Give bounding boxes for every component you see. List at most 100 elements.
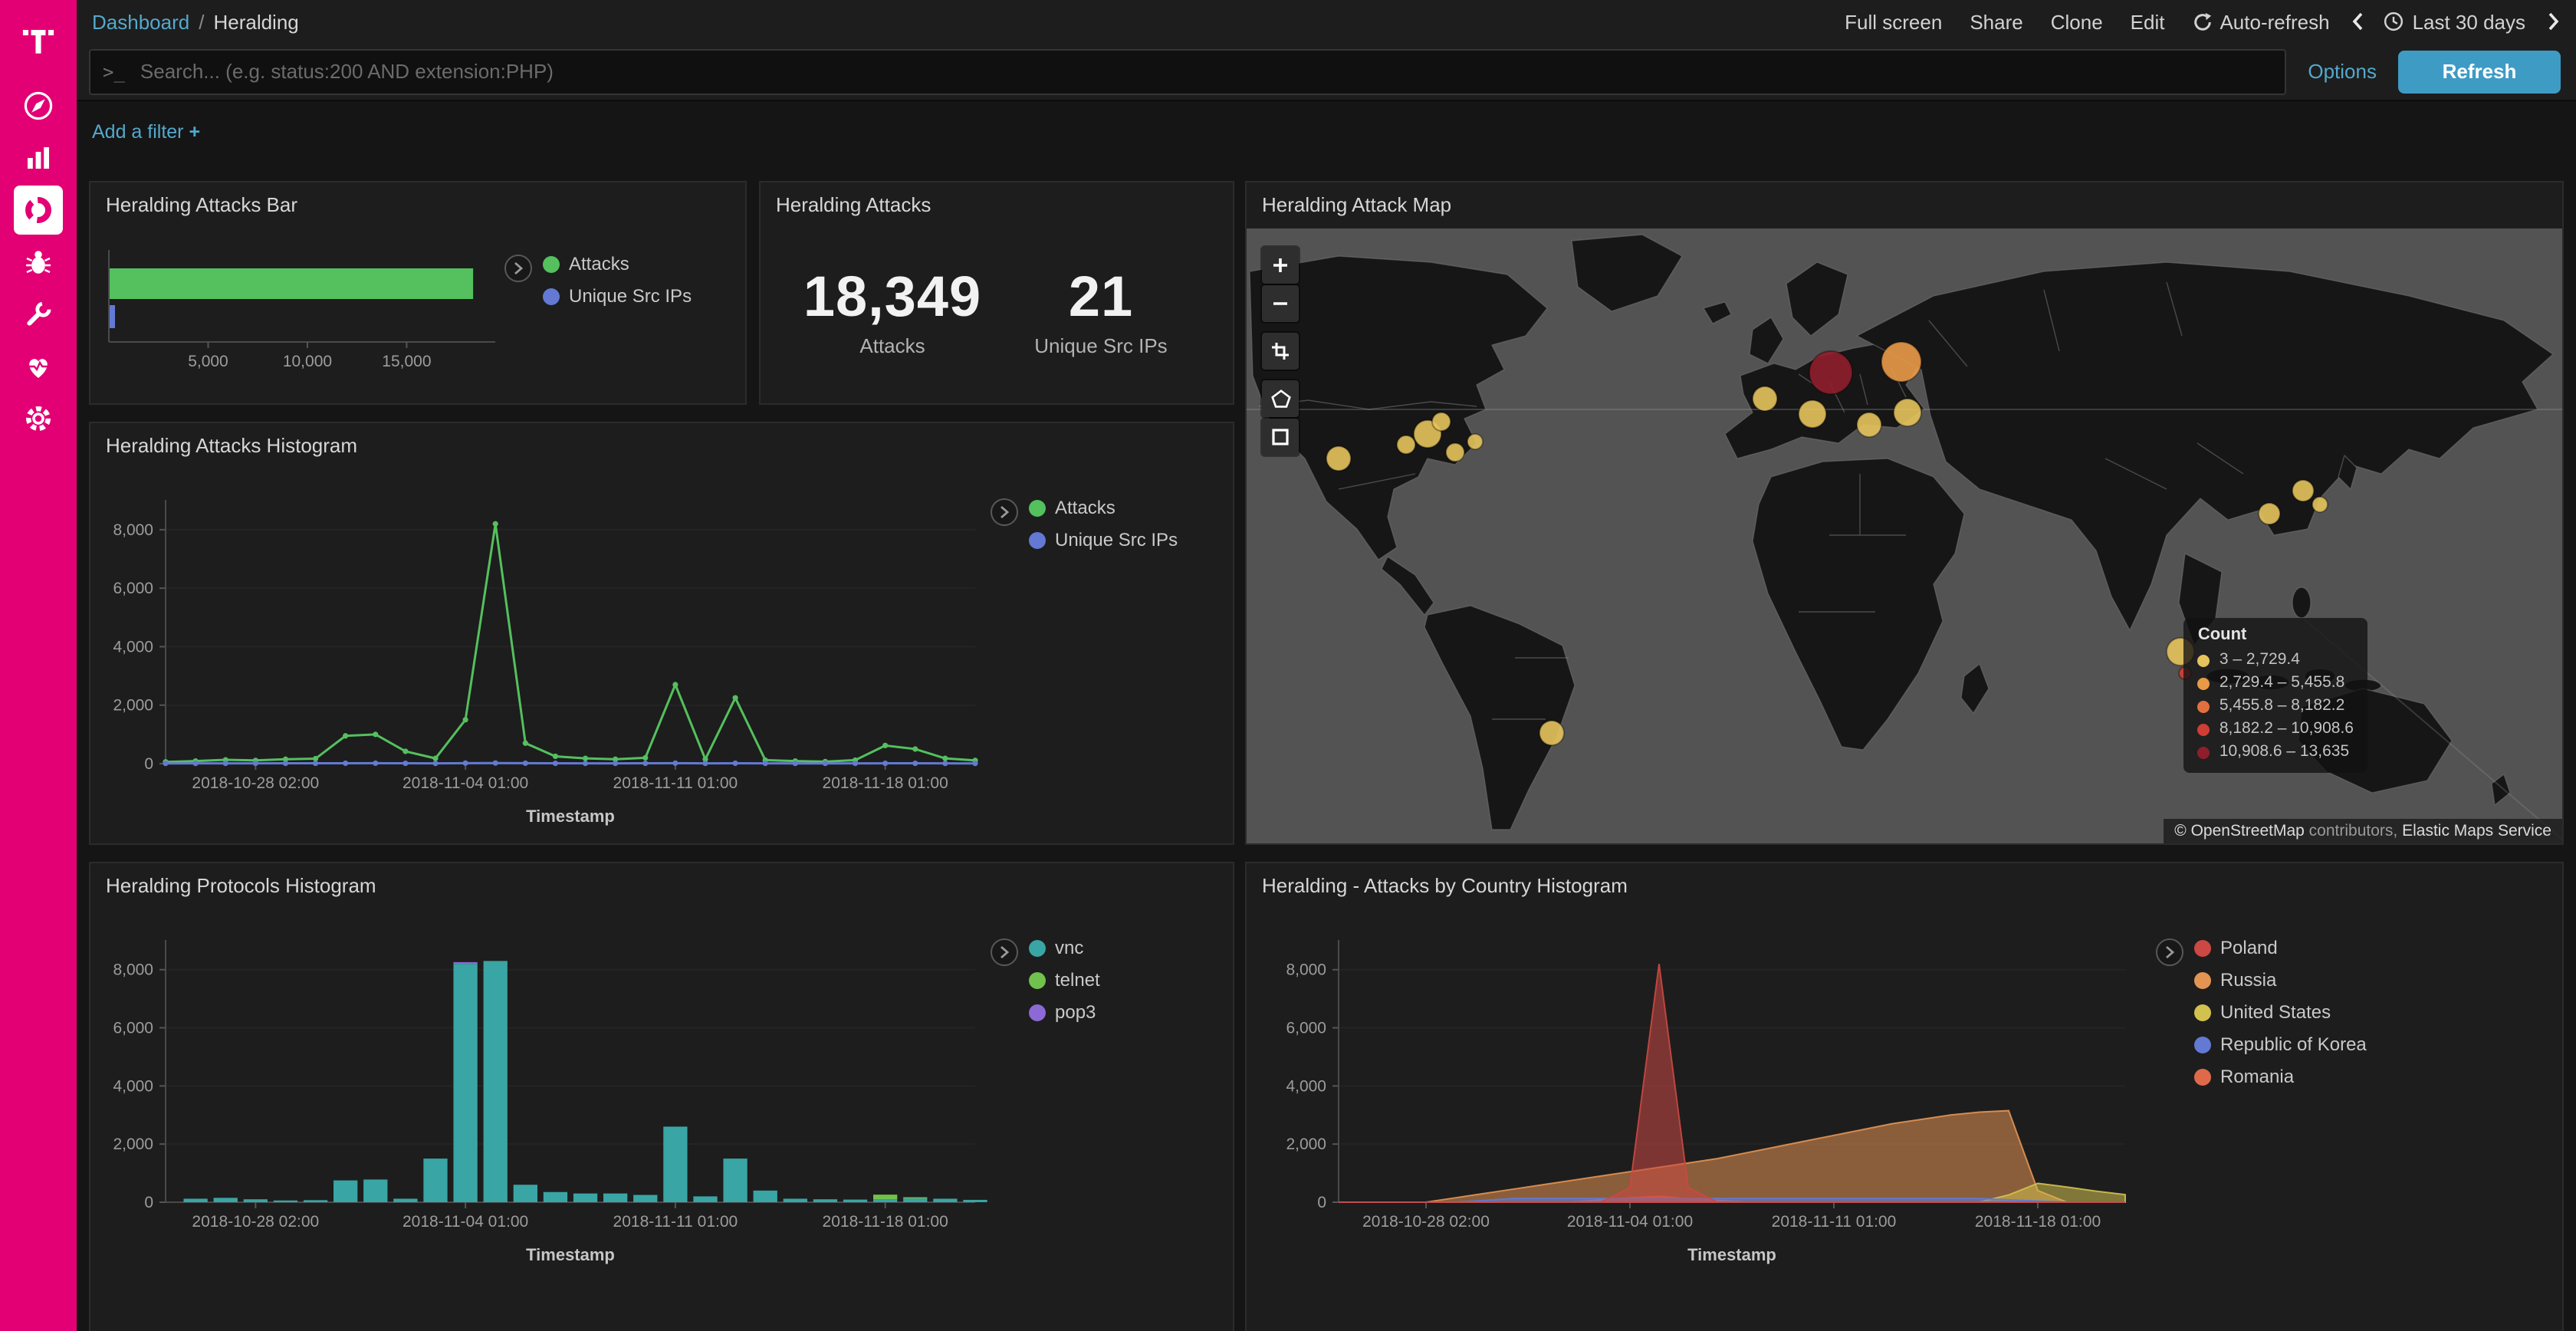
attacks-histogram-chart: 02,0004,0006,0008,0002018-10-28 02:00201…: [90, 423, 1234, 845]
legend: Attacks Unique Src IPs: [991, 497, 1178, 550]
legend-item[interactable]: Republic of Korea: [2194, 1034, 2367, 1055]
legend-item[interactable]: Unique Src IPs: [1029, 529, 1178, 550]
add-filter-link[interactable]: Add a filter +: [92, 121, 200, 143]
svg-text:Timestamp: Timestamp: [526, 807, 615, 826]
draw-rectangle-button[interactable]: [1262, 419, 1299, 455]
map-point[interactable]: [1881, 342, 1921, 382]
world-map[interactable]: Count 3 – 2,729.42,729.4 – 5,455.85,455.…: [1247, 228, 2562, 843]
options-link[interactable]: Options: [2308, 60, 2377, 83]
clone-button[interactable]: Clone: [2051, 10, 2103, 33]
svg-text:0: 0: [144, 1194, 153, 1211]
map-attribution: © OpenStreetMap contributors, Elastic Ma…: [2164, 819, 2562, 843]
legend-toggle-button[interactable]: [991, 498, 1018, 526]
zoom-in-button[interactable]: [1262, 247, 1299, 284]
sidebar-item-devtools[interactable]: [0, 288, 77, 340]
protocols-histogram-chart: 02,0004,0006,0008,0002018-10-28 02:00201…: [90, 863, 1234, 1331]
map-point[interactable]: [1857, 412, 1881, 437]
edit-button[interactable]: Edit: [2131, 10, 2165, 33]
map-legend-dot: [2198, 723, 2210, 735]
metric: 21Unique Src IPs: [1000, 265, 1202, 357]
map-point[interactable]: [1467, 434, 1483, 449]
legend-item[interactable]: Poland: [2194, 937, 2367, 958]
auto-refresh-button[interactable]: Auto-refresh: [2192, 10, 2329, 33]
map-point[interactable]: [1894, 399, 1921, 426]
legend-dot: [1029, 939, 1046, 956]
ems-link[interactable]: Elastic Maps Service: [2402, 822, 2551, 840]
draw-polygon-button[interactable]: [1262, 380, 1299, 417]
legend: Poland Russia United States Republic of Kor…: [2156, 937, 2367, 1087]
legend-dot: [2194, 1004, 2211, 1020]
map-point[interactable]: [1753, 386, 1777, 411]
legend-dot: [543, 288, 560, 304]
zoom-out-button[interactable]: [1262, 285, 1299, 322]
map-point[interactable]: [1799, 400, 1826, 428]
svg-text:2,000: 2,000: [113, 1135, 153, 1153]
sidebar-item-visualize[interactable]: [0, 132, 77, 184]
legend-label: Russia: [2220, 969, 2276, 991]
map-legend-row: 3 – 2,729.4: [2198, 649, 2354, 672]
metric-label: Unique Src IPs: [1000, 334, 1202, 357]
svg-text:2018-11-04 01:00: 2018-11-04 01:00: [402, 1213, 528, 1231]
map-point[interactable]: [2292, 480, 2314, 501]
bug-icon: [21, 245, 55, 279]
legend-item[interactable]: pop3: [1029, 1001, 1100, 1023]
svg-text:2018-11-11 01:00: 2018-11-11 01:00: [613, 1213, 738, 1231]
map-point[interactable]: [1446, 443, 1464, 462]
svg-text:2,000: 2,000: [1286, 1135, 1326, 1153]
legend: Attacks Unique Src IPs: [504, 253, 692, 307]
map-point[interactable]: [2312, 497, 2328, 512]
legend-dot: [1029, 531, 1046, 548]
map-legend-row: 2,729.4 – 5,455.8: [2198, 672, 2354, 695]
svg-text:2018-11-11 01:00: 2018-11-11 01:00: [1772, 1213, 1897, 1231]
svg-text:2018-10-28 02:00: 2018-10-28 02:00: [192, 1213, 319, 1231]
map-point[interactable]: [1397, 435, 1415, 454]
svg-text:4,000: 4,000: [1286, 1077, 1326, 1095]
legend-item[interactable]: United States: [2194, 1001, 2367, 1023]
filter-bar: Add a filter +: [77, 103, 2576, 161]
plus-icon: +: [189, 121, 200, 143]
osm-link[interactable]: © OpenStreetMap: [2174, 822, 2305, 840]
legend-item[interactable]: Attacks: [543, 253, 692, 274]
sidebar-item-discover[interactable]: [0, 80, 77, 132]
svg-text:2018-11-18 01:00: 2018-11-18 01:00: [1975, 1213, 2101, 1231]
legend-item[interactable]: Attacks: [1029, 497, 1178, 518]
map-point[interactable]: [1539, 721, 1564, 745]
time-forward-button[interactable]: [2547, 11, 2561, 32]
legend-item[interactable]: Romania: [2194, 1066, 2367, 1087]
svg-text:5,000: 5,000: [188, 353, 228, 370]
refresh-button[interactable]: Refresh: [2398, 50, 2561, 93]
top-navbar: Dashboard / Heralding Full screen Share …: [77, 0, 2576, 43]
legend-item[interactable]: vnc: [1029, 937, 1100, 958]
legend-item[interactable]: Russia: [2194, 969, 2367, 991]
panel-protocols-histogram: Heralding Protocols Histogram 02,0004,00…: [89, 862, 1234, 1331]
search-input[interactable]: [137, 58, 2285, 84]
legend-item[interactable]: telnet: [1029, 969, 1100, 991]
legend-label: Romania: [2220, 1066, 2294, 1087]
map-legend-label: 8,182.2 – 10,908.6: [2220, 718, 2354, 741]
legend-item[interactable]: Unique Src IPs: [543, 285, 692, 307]
chevron-right-icon: [998, 504, 1010, 520]
sidebar-item-management[interactable]: [0, 393, 77, 445]
map-point[interactable]: [1809, 351, 1852, 394]
share-button[interactable]: Share: [1970, 10, 2022, 33]
sidebar-item-monitoring[interactable]: [0, 340, 77, 393]
fit-data-bounds-button[interactable]: [1262, 333, 1299, 370]
map-legend-dot: [2198, 654, 2210, 666]
panel-title: Heralding Attacks Bar: [106, 193, 297, 216]
telekom-t-icon: [18, 20, 58, 60]
legend-dot: [2194, 971, 2211, 988]
legend-toggle-button[interactable]: [991, 938, 1018, 966]
sidebar-item-dashboard[interactable]: [0, 184, 77, 236]
legend-toggle-button[interactable]: [2156, 938, 2183, 966]
svg-text:2018-11-18 01:00: 2018-11-18 01:00: [823, 774, 948, 792]
map-point[interactable]: [1432, 412, 1451, 431]
legend-toggle-button[interactable]: [504, 255, 532, 282]
full-screen-button[interactable]: Full screen: [1845, 10, 1942, 33]
time-picker-button[interactable]: Last 30 days: [2384, 10, 2525, 33]
map-point[interactable]: [2259, 503, 2280, 524]
time-back-button[interactable]: [2351, 11, 2365, 32]
sidebar-item-timelion[interactable]: [0, 236, 77, 288]
breadcrumb-dashboard-link[interactable]: Dashboard: [92, 10, 189, 33]
map-point[interactable]: [1326, 446, 1351, 471]
legend-label: pop3: [1055, 1001, 1096, 1023]
